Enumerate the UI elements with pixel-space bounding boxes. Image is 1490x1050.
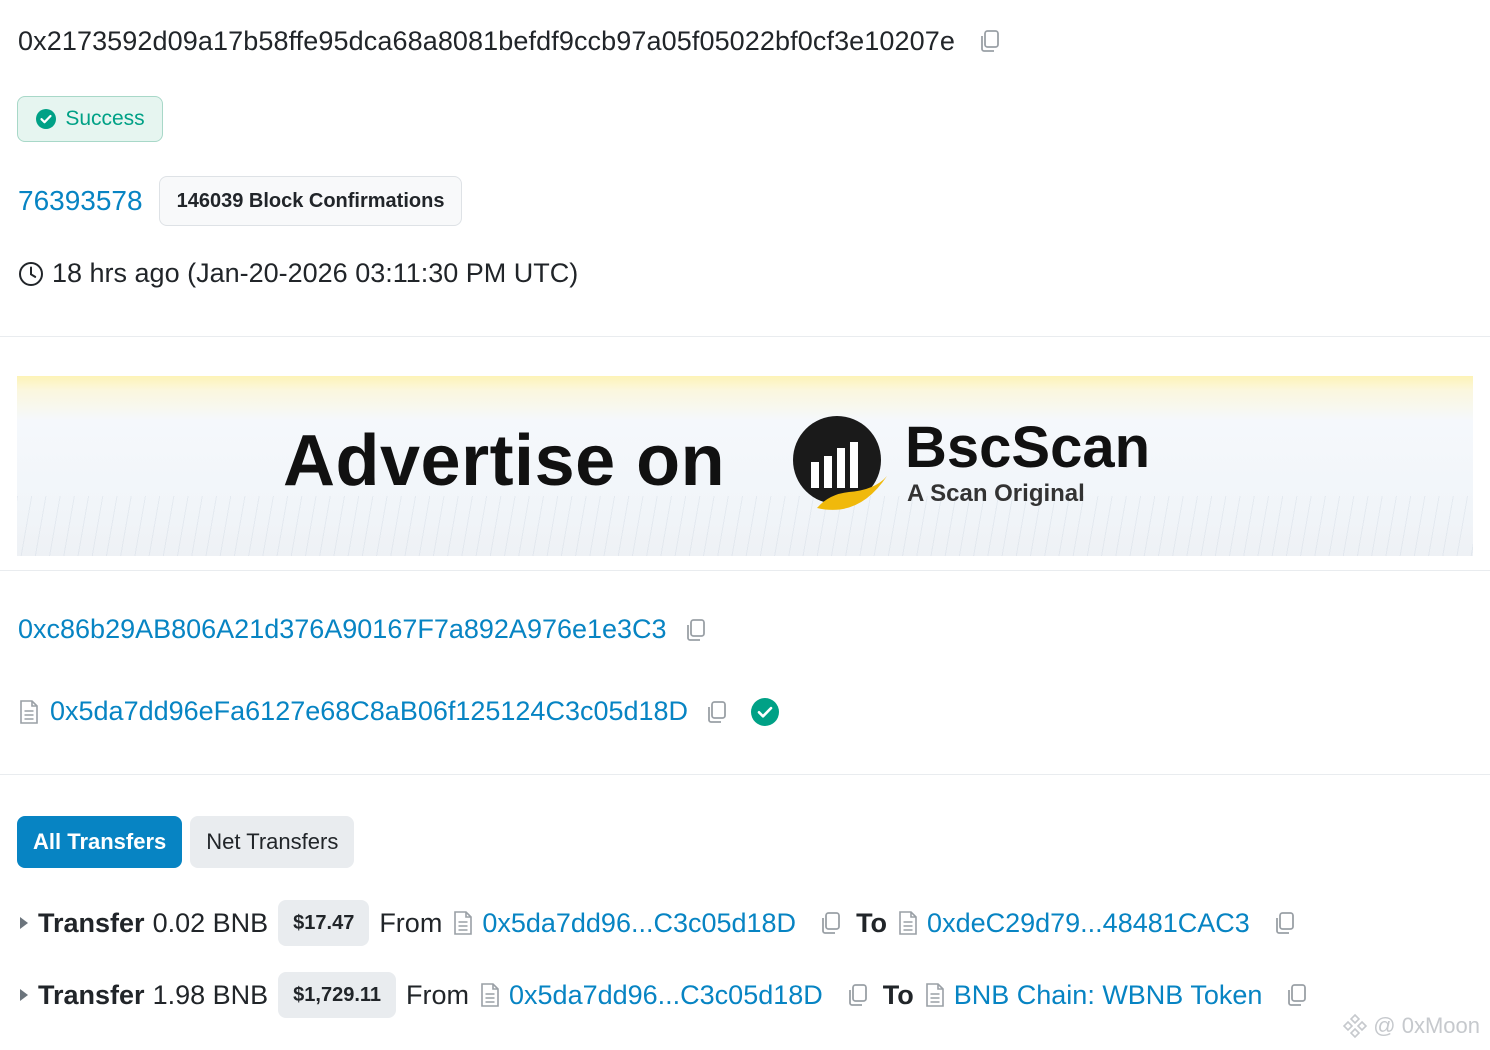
- transaction-hash-row: 0x2173592d09a17b58ffe95dca68a8081befdf9c…: [18, 20, 1003, 62]
- from-label: From: [379, 907, 443, 938]
- copy-icon[interactable]: [845, 982, 871, 1008]
- contract-file-icon: [452, 910, 474, 936]
- copy-icon[interactable]: [818, 910, 844, 936]
- transfer-tabs: All Transfers Net Transfers: [17, 816, 355, 868]
- status-text: Success: [65, 107, 145, 130]
- block-confirmations-badge: 146039 Block Confirmations: [158, 176, 463, 226]
- status-badge: Success: [17, 96, 163, 142]
- bscscan-logo-icon: [789, 414, 889, 514]
- tab-all-transfers[interactable]: All Transfers: [17, 816, 183, 868]
- transfer-label: Transfer: [38, 907, 145, 938]
- to-address-row: 0x5da7dd96eFa6127e68C8aB06f125124C3c05d1…: [18, 696, 780, 727]
- copy-icon[interactable]: [977, 28, 1003, 54]
- transfer-to-link[interactable]: BNB Chain: WBNB Token: [954, 980, 1263, 1011]
- binance-logo-icon: [1341, 1012, 1369, 1040]
- to-label: To: [882, 979, 914, 1010]
- tab-net-transfers[interactable]: Net Transfers: [190, 816, 355, 868]
- transfer-row: Transfer 0.02 BNB $17.47 From 0x5da7dd96…: [18, 900, 1310, 946]
- block-number-link[interactable]: 76393578: [18, 185, 143, 217]
- transfer-label: Transfer: [38, 979, 145, 1010]
- copy-icon[interactable]: [1284, 982, 1310, 1008]
- block-row: 76393578 146039 Block Confirmations: [18, 176, 463, 226]
- ad-tagline: A Scan Original: [907, 480, 1085, 507]
- transaction-hash: 0x2173592d09a17b58ffe95dca68a8081befdf9c…: [18, 25, 955, 56]
- contract-file-icon: [897, 910, 919, 936]
- ad-headline: Advertise on: [283, 421, 726, 501]
- transfer-amount: 0.02 BNB: [152, 907, 269, 938]
- watermark: @ 0xMoon: [1341, 1012, 1480, 1040]
- advertisement-banner[interactable]: Advertise on BscScan A Scan Original: [17, 376, 1473, 556]
- contract-file-icon: [18, 699, 40, 725]
- usd-value-badge: $1,729.11: [278, 972, 397, 1018]
- contract-file-icon: [924, 982, 946, 1008]
- usd-value-badge: $17.47: [278, 900, 370, 946]
- caret-right-icon[interactable]: [18, 987, 32, 1003]
- clock-icon: [18, 261, 44, 287]
- divider: [0, 336, 1490, 337]
- from-address-row: 0xc86b29AB806A21d376A90167F7a892A976e1e3…: [18, 614, 709, 645]
- timestamp-row: 18 hrs ago (Jan-20-2026 03:11:30 PM UTC): [18, 258, 578, 289]
- copy-icon[interactable]: [683, 617, 709, 643]
- divider: [0, 570, 1490, 571]
- transfer-amount: 1.98 BNB: [152, 979, 269, 1010]
- to-label: To: [856, 907, 888, 938]
- transfer-to-link[interactable]: 0xdeC29d79...48481CAC3: [927, 908, 1250, 939]
- verified-icon: [750, 697, 780, 727]
- transfer-from-link[interactable]: 0x5da7dd96...C3c05d18D: [509, 980, 823, 1011]
- copy-icon[interactable]: [704, 699, 730, 725]
- contract-file-icon: [479, 982, 501, 1008]
- transfer-from-link[interactable]: 0x5da7dd96...C3c05d18D: [482, 908, 796, 939]
- watermark-text: @ 0xMoon: [1373, 1013, 1480, 1038]
- banner-background-pattern: [17, 496, 1473, 556]
- check-circle-icon: [35, 108, 57, 130]
- from-label: From: [406, 979, 470, 1010]
- copy-icon[interactable]: [1272, 910, 1298, 936]
- caret-right-icon[interactable]: [18, 915, 32, 931]
- timestamp-text: 18 hrs ago (Jan-20-2026 03:11:30 PM UTC): [52, 258, 579, 288]
- from-address-link[interactable]: 0xc86b29AB806A21d376A90167F7a892A976e1e3…: [18, 614, 667, 645]
- ad-brand-name: BscScan: [905, 415, 1151, 480]
- to-contract-address-link[interactable]: 0x5da7dd96eFa6127e68C8aB06f125124C3c05d1…: [50, 696, 688, 727]
- divider: [0, 774, 1490, 775]
- transfer-row: Transfer 1.98 BNB $1,729.11 From 0x5da7d…: [18, 972, 1322, 1018]
